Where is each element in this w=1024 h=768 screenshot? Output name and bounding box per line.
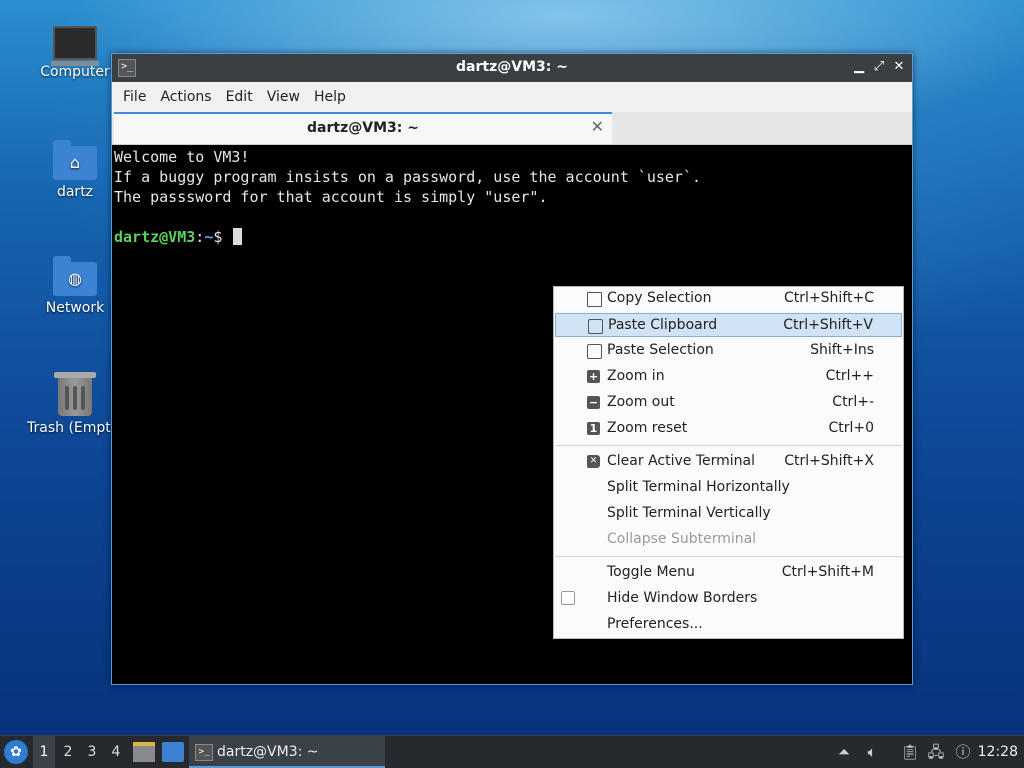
copy-icon bbox=[587, 292, 602, 307]
menu-item-toggle-menu[interactable]: Toggle Menu Ctrl+Shift+M bbox=[555, 561, 902, 585]
tab-terminal[interactable]: dartz@VM3: ~ ✕ bbox=[114, 112, 612, 144]
taskbar: ✿ 1 2 3 4 >_ dartz@VM3: ~ ⏶ 🔈︎ 📋︎ 🖧︎ ⓘ 1… bbox=[0, 735, 1024, 768]
volume-icon[interactable]: 🔈︎ bbox=[861, 736, 883, 768]
terminal-cursor bbox=[233, 228, 243, 245]
context-menu: Copy Selection Ctrl+Shift+C Paste Clipbo… bbox=[553, 286, 904, 639]
menu-separator bbox=[555, 556, 902, 557]
menu-edit[interactable]: Edit bbox=[219, 89, 260, 105]
network-icon[interactable]: 🖧︎ bbox=[925, 736, 947, 768]
workspace-3[interactable]: 3 bbox=[81, 736, 103, 768]
clipboard-icon[interactable]: 📋︎ bbox=[899, 736, 921, 768]
menu-item-label: Zoom in bbox=[607, 368, 665, 384]
clock[interactable]: 12:28 bbox=[978, 736, 1018, 768]
menu-item-label: Paste Selection bbox=[607, 342, 714, 358]
menu-bar: File Actions Edit View Help bbox=[112, 82, 912, 112]
window-title: dartz@VM3: ~ bbox=[456, 59, 568, 75]
hide-borders-checkbox[interactable] bbox=[561, 591, 575, 605]
desktop-icon-trash[interactable]: Trash (Empty) bbox=[27, 372, 125, 436]
menu-item-label: Split Terminal Vertically bbox=[607, 505, 771, 521]
desktop-icon-network[interactable]: ◍ Network bbox=[27, 254, 123, 316]
show-desktop-icon[interactable] bbox=[162, 742, 184, 762]
start-menu-icon[interactable]: ✿ bbox=[4, 740, 28, 764]
prompt-separator: : bbox=[195, 228, 205, 246]
menu-file[interactable]: File bbox=[116, 89, 153, 105]
desktop-icon-label: Trash (Empty) bbox=[27, 420, 125, 436]
menu-item-label: Collapse Subterminal bbox=[607, 531, 757, 547]
computer-icon bbox=[51, 26, 99, 66]
menu-item-paste-clipboard[interactable]: Paste Clipboard Ctrl+Shift+V bbox=[555, 313, 902, 337]
menu-item-hide-window-borders[interactable]: Hide Window Borders bbox=[555, 587, 902, 611]
menu-actions[interactable]: Actions bbox=[153, 89, 218, 105]
menu-item-shortcut: Ctrl++ bbox=[825, 368, 874, 384]
menu-item-zoom-reset[interactable]: 1 Zoom reset Ctrl+0 bbox=[555, 417, 902, 441]
menu-item-label: Paste Clipboard bbox=[608, 317, 718, 333]
terminal-line: If a buggy program insists on a password… bbox=[114, 168, 701, 186]
tab-label: dartz@VM3: ~ bbox=[307, 120, 419, 136]
prompt-symbol: $ bbox=[213, 228, 223, 246]
paste-icon bbox=[587, 344, 602, 359]
minimize-button[interactable]: ▁ bbox=[850, 58, 868, 76]
network-folder-icon: ◍ bbox=[53, 256, 97, 296]
trash-icon bbox=[54, 372, 96, 416]
desktop-icon-home[interactable]: ⌂ dartz bbox=[27, 138, 123, 200]
clear-icon: ✕ bbox=[587, 455, 600, 468]
desktop-icon-label: dartz bbox=[56, 184, 94, 200]
menu-item-shortcut: Ctrl+Shift+V bbox=[783, 317, 873, 333]
workspace-4[interactable]: 4 bbox=[105, 736, 127, 768]
file-manager-icon[interactable] bbox=[133, 742, 155, 762]
menu-separator bbox=[555, 445, 902, 446]
window-titlebar[interactable]: >_ dartz@VM3: ~ ▁ ⤢ ✕ bbox=[112, 54, 912, 82]
menu-help[interactable]: Help bbox=[307, 89, 353, 105]
tray-up-icon[interactable]: ⏶ bbox=[833, 736, 855, 768]
menu-item-label: Preferences... bbox=[607, 616, 703, 632]
zoom-in-icon: + bbox=[587, 370, 600, 383]
menu-item-shortcut: Ctrl+Shift+C bbox=[784, 290, 874, 306]
menu-item-copy-selection[interactable]: Copy Selection Ctrl+Shift+C bbox=[555, 287, 902, 311]
menu-item-split-vertical[interactable]: Split Terminal Vertically bbox=[555, 502, 902, 526]
terminal-line: The passsword for that account is simply… bbox=[114, 188, 548, 206]
menu-item-zoom-out[interactable]: − Zoom out Ctrl+- bbox=[555, 391, 902, 415]
menu-item-collapse-subterminal: Collapse Subterminal bbox=[555, 528, 902, 552]
menu-item-zoom-in[interactable]: + Zoom in Ctrl++ bbox=[555, 365, 902, 389]
menu-item-label: Clear Active Terminal bbox=[607, 453, 755, 469]
menu-item-split-horizontal[interactable]: Split Terminal Horizontally bbox=[555, 476, 902, 500]
menu-item-shortcut: Ctrl+0 bbox=[828, 420, 874, 436]
menu-item-label: Hide Window Borders bbox=[607, 590, 758, 606]
desktop-icon-label: Computer bbox=[40, 64, 110, 80]
terminal-line: Welcome to VM3! bbox=[114, 148, 250, 166]
tab-bar: dartz@VM3: ~ ✕ bbox=[112, 112, 912, 145]
menu-item-label: Zoom out bbox=[607, 394, 675, 410]
prompt-user: dartz@VM3 bbox=[114, 228, 196, 246]
notification-icon[interactable]: ⓘ bbox=[952, 736, 974, 768]
menu-item-label: Split Terminal Horizontally bbox=[607, 479, 790, 495]
menu-item-shortcut: Ctrl+- bbox=[832, 394, 874, 410]
terminal-prompt: dartz@VM3:~$ bbox=[114, 227, 910, 247]
maximize-button[interactable]: ⤢ bbox=[870, 58, 888, 76]
menu-item-shortcut: Ctrl+Shift+M bbox=[781, 564, 874, 580]
menu-item-preferences[interactable]: Preferences... bbox=[555, 613, 902, 637]
paste-icon bbox=[588, 319, 603, 334]
menu-item-label: Copy Selection bbox=[607, 290, 712, 306]
menu-item-paste-selection[interactable]: Paste Selection Shift+Ins bbox=[555, 339, 902, 363]
tab-close-icon[interactable]: ✕ bbox=[591, 117, 604, 136]
close-button[interactable]: ✕ bbox=[890, 58, 908, 76]
workspace-2[interactable]: 2 bbox=[57, 736, 79, 768]
workspace-1[interactable]: 1 bbox=[33, 736, 55, 768]
zoom-out-icon: − bbox=[587, 396, 600, 409]
taskbar-task-terminal[interactable]: >_ dartz@VM3: ~ bbox=[189, 736, 385, 768]
desktop-icon-computer[interactable]: Computer bbox=[27, 20, 123, 80]
menu-view[interactable]: View bbox=[260, 89, 307, 105]
prompt-path: ~ bbox=[204, 228, 214, 246]
task-label: dartz@VM3: ~ bbox=[217, 744, 319, 760]
zoom-reset-icon: 1 bbox=[587, 422, 600, 435]
desktop-icon-label: Network bbox=[45, 300, 105, 316]
menu-item-clear-terminal[interactable]: ✕ Clear Active Terminal Ctrl+Shift+X bbox=[555, 450, 902, 474]
home-folder-icon: ⌂ bbox=[53, 140, 97, 180]
menu-item-label: Zoom reset bbox=[607, 420, 688, 436]
menu-item-shortcut: Ctrl+Shift+X bbox=[784, 453, 874, 469]
menu-item-shortcut: Shift+Ins bbox=[810, 342, 874, 358]
menu-item-label: Toggle Menu bbox=[607, 564, 695, 580]
terminal-app-icon: >_ bbox=[195, 744, 213, 761]
